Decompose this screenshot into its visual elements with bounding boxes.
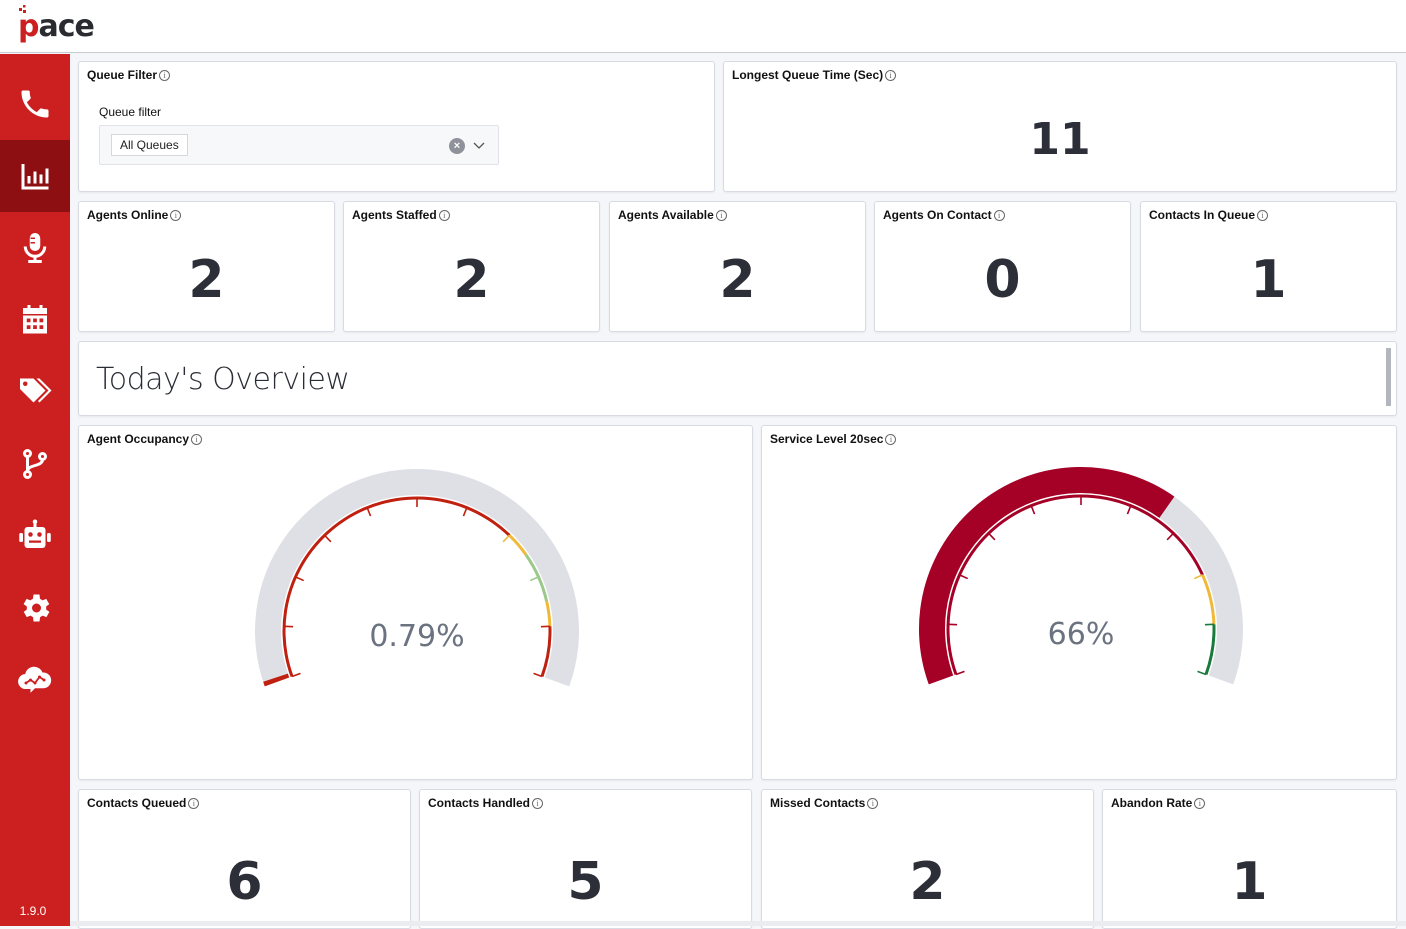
stat-card-contacts-queued: Contacts Queuedi 6 [78,789,411,929]
sidebar-item-bots[interactable] [0,500,70,572]
info-icon[interactable]: i [439,210,450,221]
card-title: Missed Contacts [770,796,865,810]
stat-card-agents-on-contact: Agents On Contacti 0 [874,201,1131,332]
card-title: Queue Filter [87,68,157,82]
stat-value: 2 [344,250,599,310]
gauge-tick [1031,506,1034,514]
gauge-card-agent-occupancy: Agent Occupancyi 0.79% [78,425,753,780]
stat-value: 6 [79,852,410,912]
bar-chart-icon [17,158,53,194]
info-icon[interactable]: i [170,210,181,221]
branch-icon [17,446,53,482]
longest-queue-value: 11 [724,114,1396,165]
stat-value: 5 [420,852,751,912]
horizontal-scrollbar[interactable] [70,921,1406,926]
card-title: Contacts Queued [87,796,186,810]
card-title: Agents On Contact [883,208,992,222]
gauge-value-label: 66% [1048,617,1115,652]
card-title: Contacts Handled [428,796,530,810]
gauge-tick [325,535,331,541]
gauge-tick [463,508,466,516]
info-icon[interactable]: i [994,210,1005,221]
sidebar-item-flows[interactable] [0,428,70,500]
stat-card-contacts-in-queue: Contacts In Queuei 1 [1140,201,1397,332]
queue-filter-label: Queue filter [99,105,161,119]
info-icon[interactable]: i [159,70,170,81]
gauge-card-service-level: Service Level 20seci 66% [761,425,1397,780]
gauge-tick [956,671,964,674]
info-icon[interactable]: i [188,798,199,809]
stat-card-agents-online: Agents Onlinei 2 [78,201,335,332]
queue-filter-select[interactable]: All Queues × [99,125,499,165]
card-title: Agents Available [618,208,714,222]
sidebar-item-analytics[interactable] [0,644,70,716]
sidebar-item-calendar[interactable] [0,284,70,356]
calendar-icon [17,302,53,338]
sidebar-item-phone[interactable] [0,68,70,140]
sidebar-item-dashboard[interactable] [0,140,70,212]
card-title: Longest Queue Time (Sec) [732,68,883,82]
card-title: Contacts In Queue [1149,208,1255,222]
info-icon[interactable]: i [885,70,896,81]
stat-card-missed-contacts: Missed Contactsi 2 [761,789,1094,929]
logo-dots-icon [18,5,30,17]
stat-value: 0 [875,250,1130,310]
cloud-analytics-icon [17,662,53,698]
stat-value: 1 [1103,852,1396,912]
gauge-tick [1198,671,1206,674]
scrollbar-thumb[interactable] [1386,348,1391,406]
chevron-down-icon[interactable] [472,138,486,154]
version-label: 1.9.0 [0,904,66,918]
card-title: Abandon Rate [1111,796,1192,810]
gauge-tick [1194,575,1202,579]
top-bar: pace [0,0,1406,53]
selected-queue-chip[interactable]: All Queues [111,134,188,156]
sidebar-item-settings[interactable] [0,572,70,644]
stat-card-abandon-rate: Abandon Ratei 1 [1102,789,1397,929]
queue-filter-card: Queue Filteri Queue filter All Queues × [78,61,715,192]
gauge-tick [503,535,509,541]
gauge-value-label: 0.79% [369,619,464,654]
info-icon[interactable]: i [716,210,727,221]
microphone-icon [17,230,53,266]
overview-title: Today's Overview [96,362,349,397]
sidebar-item-tags[interactable] [0,356,70,428]
stat-value: 2 [762,852,1093,912]
pace-logo[interactable]: pace [18,3,94,47]
agent-occupancy-gauge: 0.79% [79,426,754,781]
tags-icon [17,374,53,410]
gauge-tick [367,508,370,516]
stat-card-contacts-handled: Contacts Handledi 5 [419,789,752,929]
stat-value: 2 [79,250,334,310]
clear-icon[interactable]: × [449,138,465,154]
card-title: Agents Staffed [352,208,437,222]
robot-icon [17,518,53,554]
sidebar: 1.9.0 [0,54,70,926]
info-icon[interactable]: i [1257,210,1268,221]
gauge-tick [989,533,995,539]
info-icon[interactable]: i [867,798,878,809]
stat-card-agents-available: Agents Availablei 2 [609,201,866,332]
longest-queue-time-card: Longest Queue Time (Sec)i 11 [723,61,1397,192]
gauge-tick [292,673,300,676]
gauge-tick [534,673,542,676]
info-icon[interactable]: i [532,798,543,809]
gear-icon [17,590,53,626]
phone-icon [17,86,53,122]
logo-text: ace [38,9,93,44]
stat-value: 1 [1141,250,1396,310]
gauge-tick [959,575,967,579]
sidebar-item-recordings[interactable] [0,212,70,284]
service-level-gauge: 66% [762,426,1398,781]
gauge-tick [1127,506,1130,514]
gauge-tick [1167,533,1173,539]
stat-card-agents-staffed: Agents Staffedi 2 [343,201,600,332]
overview-header-card: Today's Overview [78,341,1397,416]
gauge-tick [530,577,538,581]
card-title: Agents Online [87,208,168,222]
info-icon[interactable]: i [1194,798,1205,809]
gauge-tick [295,577,303,581]
stat-value: 2 [610,250,865,310]
